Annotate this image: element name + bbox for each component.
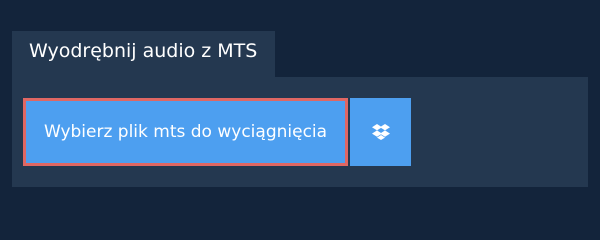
dropbox-icon	[371, 124, 390, 140]
dropbox-button[interactable]	[350, 98, 411, 166]
choose-file-label: Wybierz plik mts do wyciągnięcia	[43, 122, 328, 142]
tab-title: Wyodrębnij audio z MTS	[29, 40, 258, 62]
choose-file-button[interactable]: Wybierz plik mts do wyciągnięcia	[23, 98, 348, 166]
tab-extract-audio: Wyodrębnij audio z MTS	[12, 31, 275, 77]
